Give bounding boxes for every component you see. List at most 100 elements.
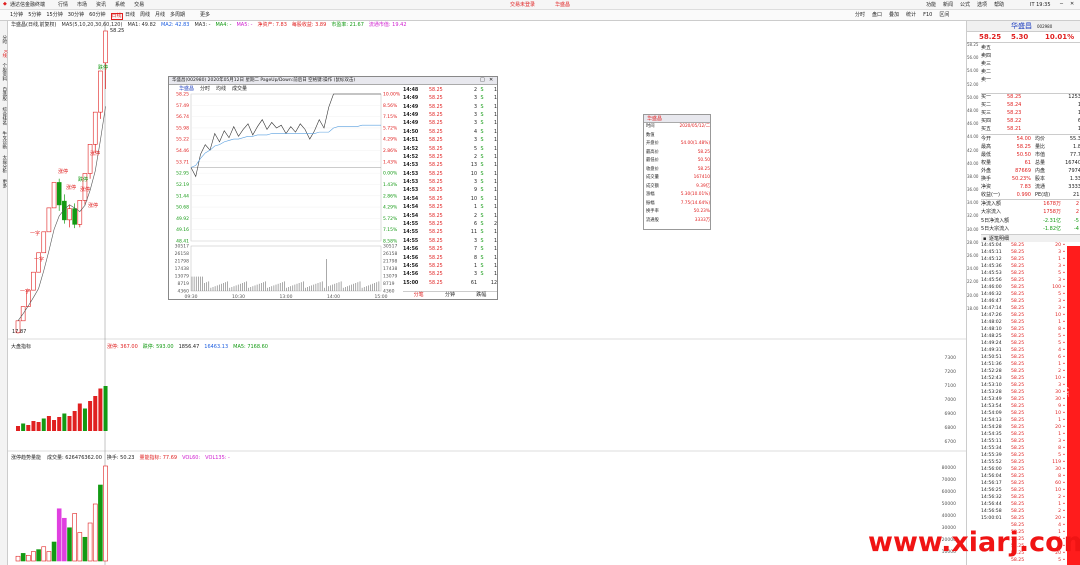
trade-price: 58.25 [429, 255, 443, 261]
time-axis-label: 13:00 [280, 294, 293, 299]
volume-scale-label: 4360 [178, 289, 190, 295]
tick-time: 14:47:26 [981, 313, 1002, 319]
tick-row: 14:55:39 58.25 5 • [981, 453, 1068, 460]
trade-direction: S [480, 171, 484, 177]
sidebar-item[interactable]: 牛叉诊断 [1, 131, 7, 149]
tick-price: 58.25 [1011, 509, 1025, 515]
menu-item[interactable]: 帮助 [994, 3, 1004, 8]
period-button[interactable]: 30分钟 [68, 13, 84, 20]
tick-volume: 3 [1058, 383, 1061, 389]
view-tab[interactable]: 日线 [125, 13, 135, 18]
intraday-pct-label: 5.72% [383, 216, 398, 222]
tool-button[interactable]: 区间 [939, 13, 949, 18]
tool-button[interactable]: 分时 [855, 13, 865, 18]
tick-volume: 4 [1058, 348, 1061, 354]
sidebar-item[interactable]: 个股资料 [1, 63, 7, 81]
tick-volume: 8 [1058, 446, 1061, 452]
ma-values: MA5(5,10,20,30,60,120) MA1: 49.82 MA2: 42.… [62, 23, 253, 28]
infobox-rows: 时间 2020/05/12/二 数值 开盘价 54.00(1.48%) 最高价 58.25 最… [646, 124, 710, 227]
trade-count: 1 [493, 238, 497, 244]
trade-row: 14:52 58.25 5 S 1 [403, 146, 497, 154]
indicator2-title[interactable]: 涨停趋势量能 [11, 456, 41, 461]
kline-annotation: 跌停 [78, 177, 89, 183]
view-tab[interactable]: 月线 [155, 13, 165, 18]
sidebar-item[interactable]: K线 [1, 50, 7, 57]
sidebar-item[interactable]: 大盘分析 [1, 155, 7, 173]
popup-footer-tab[interactable]: 分钟 [445, 293, 455, 298]
view-tab[interactable]: 多周期 [170, 13, 185, 18]
popup-footer-tab[interactable]: 分笔 [414, 293, 424, 298]
view-tab[interactable]: 周线 [140, 13, 150, 18]
volume-scale-label: 21798 [383, 259, 397, 265]
sidebar-item[interactable]: 分时 [1, 35, 7, 44]
period-button[interactable]: 5分钟 [28, 13, 41, 20]
intraday-popup[interactable]: 华盛昌(002980) 2020年05月12日 星期二 PageUp/Down:… [168, 76, 498, 300]
period-button[interactable]: 日线 [110, 13, 123, 20]
tool-button[interactable]: F10 [923, 13, 932, 18]
flow-rank: -4 [1074, 226, 1079, 233]
candle-body [31, 271, 36, 291]
volume-scale-label: 21798 [175, 259, 189, 265]
candle-body [62, 200, 67, 221]
restore-icon[interactable]: □ [480, 78, 485, 83]
flow-rank: -5 [1074, 217, 1079, 224]
tick-time: 14:54:35 [981, 432, 1002, 438]
tick-time: 14:56:32 [981, 495, 1002, 501]
trade-count: 1 [493, 138, 497, 144]
tick-volume: 10 [1055, 488, 1061, 494]
intraday-pct-label: 0.00% [383, 171, 398, 177]
indicator2-bar [103, 465, 108, 562]
volume-scale-label: 13079 [175, 274, 189, 280]
tick-price: 58.25 [1011, 495, 1025, 501]
tick-time: 14:50:51 [981, 355, 1002, 361]
bar-info-box[interactable]: 华盛昌 时间 2020/05/12/二 数值 开盘价 54.00(1.48%) 最高价 58… [643, 114, 711, 230]
period-button[interactable]: 1分钟 [10, 13, 23, 20]
tick-time: 14:56:17 [981, 481, 1002, 487]
tick-volume: 1 [1058, 320, 1061, 326]
menu-item[interactable]: 资讯 [96, 3, 106, 8]
close-icon[interactable]: ✕ [489, 78, 493, 83]
menu-item[interactable]: 公式 [960, 3, 970, 8]
trade-row: 14:56 58.25 3 S 1 [403, 272, 497, 280]
tick-time: 14:45:04 [981, 243, 1002, 249]
indicator1-bar [31, 421, 36, 431]
account-status[interactable]: 交易未登录 [510, 3, 535, 8]
menu-item[interactable]: 行情 [58, 3, 68, 8]
menu-item[interactable]: 功能 [926, 3, 936, 8]
trade-volume: 13 [470, 163, 477, 169]
tick-price: 58.25 [1011, 362, 1025, 368]
sidebar-item[interactable]: 更多 [1, 179, 7, 188]
period-button[interactable]: 15分钟 [46, 13, 62, 20]
more-button[interactable]: 更多 [200, 13, 210, 18]
tick-row: 14:55:11 58.25 3 • [981, 439, 1068, 446]
popup-titlebar[interactable]: 华盛昌(002980) 2020年05月12日 星期二 PageUp/Down:… [169, 77, 497, 85]
tick-time: 14:45:12 [981, 257, 1002, 263]
quote-panel: 华盛昌 002980 58.25 5.30 10.01% 58.25 56.00 5… [966, 21, 1080, 565]
close-icon[interactable]: ✕ [1070, 2, 1074, 7]
menu-item[interactable]: 交易 [134, 3, 144, 8]
left-sidebar: 分时 K线个股资料自选股综合排名牛叉诊断大盘分析更多 [0, 21, 8, 565]
sidebar-item[interactable]: 自选股 [1, 87, 7, 101]
trade-row: 14:48 58.25 2 S 1 [403, 87, 497, 95]
menu-item[interactable]: 系统 [115, 3, 125, 8]
tick-volume: 5 [1058, 558, 1061, 564]
tick-header[interactable]: ▪ 逐笔明细 [981, 234, 1080, 242]
tick-row: 14:56:25 58.25 10 • [981, 488, 1068, 495]
infobox-value: 2020/05/12/二 [679, 124, 710, 129]
tick-price: 58.25 [1011, 250, 1025, 256]
menu-item[interactable]: 新闻 [943, 3, 953, 8]
tool-button[interactable]: 统计 [906, 13, 916, 18]
popup-footer-tab[interactable]: 跌幅 [476, 293, 486, 298]
kline-annotation: 涨停 [88, 203, 99, 209]
minimize-icon[interactable]: ─ [1060, 2, 1063, 7]
tool-button[interactable]: 盘口 [872, 13, 882, 18]
period-button[interactable]: 60分钟 [89, 13, 105, 20]
menu-item[interactable]: 选项 [977, 3, 987, 8]
tick-row: 14:48:10 58.25 8 • [981, 327, 1068, 334]
menu-item[interactable]: 市场 [77, 3, 87, 8]
book-label: 卖二 [981, 69, 992, 76]
sidebar-item[interactable]: 综合排名 [1, 107, 7, 125]
indicator1-title[interactable]: 大盘指标 [11, 345, 31, 350]
tick-volume: 9 [1058, 404, 1061, 410]
tool-button[interactable]: 叠加 [889, 13, 899, 18]
